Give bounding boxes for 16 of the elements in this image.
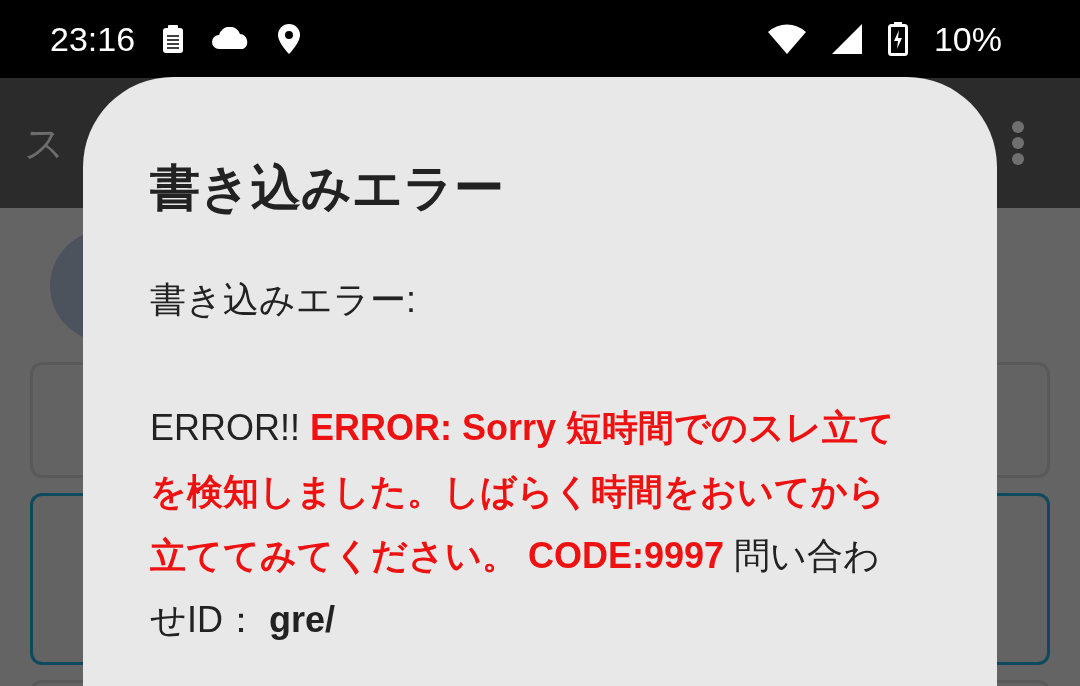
- wifi-icon: [767, 24, 806, 54]
- battery-charging-icon: [887, 22, 908, 56]
- app-title: ス: [24, 118, 65, 168]
- signal-icon: [831, 24, 862, 54]
- input-field-edge[interactable]: [997, 362, 1050, 478]
- battery-percentage: 10%: [933, 19, 1002, 59]
- dialog-text: 書き込みエラー:: [150, 278, 417, 322]
- clipboard-icon: [161, 24, 186, 54]
- input-field-edge[interactable]: [30, 493, 83, 665]
- dialog-title: 書き込みエラー: [150, 158, 505, 219]
- input-field-edge[interactable]: [997, 493, 1050, 665]
- error-message: ERROR!! ERROR: Sorry 短時間でのスレ立てを検知しました。しばらく時間をおいてから立ててみてください。 CODE:9997 問い合わせID： gre/: [150, 406, 897, 642]
- location-pin-icon: [277, 23, 302, 55]
- input-field-edge[interactable]: [30, 362, 83, 478]
- clock: 23:16: [50, 19, 136, 59]
- more-options-icon[interactable]: [1012, 121, 1024, 165]
